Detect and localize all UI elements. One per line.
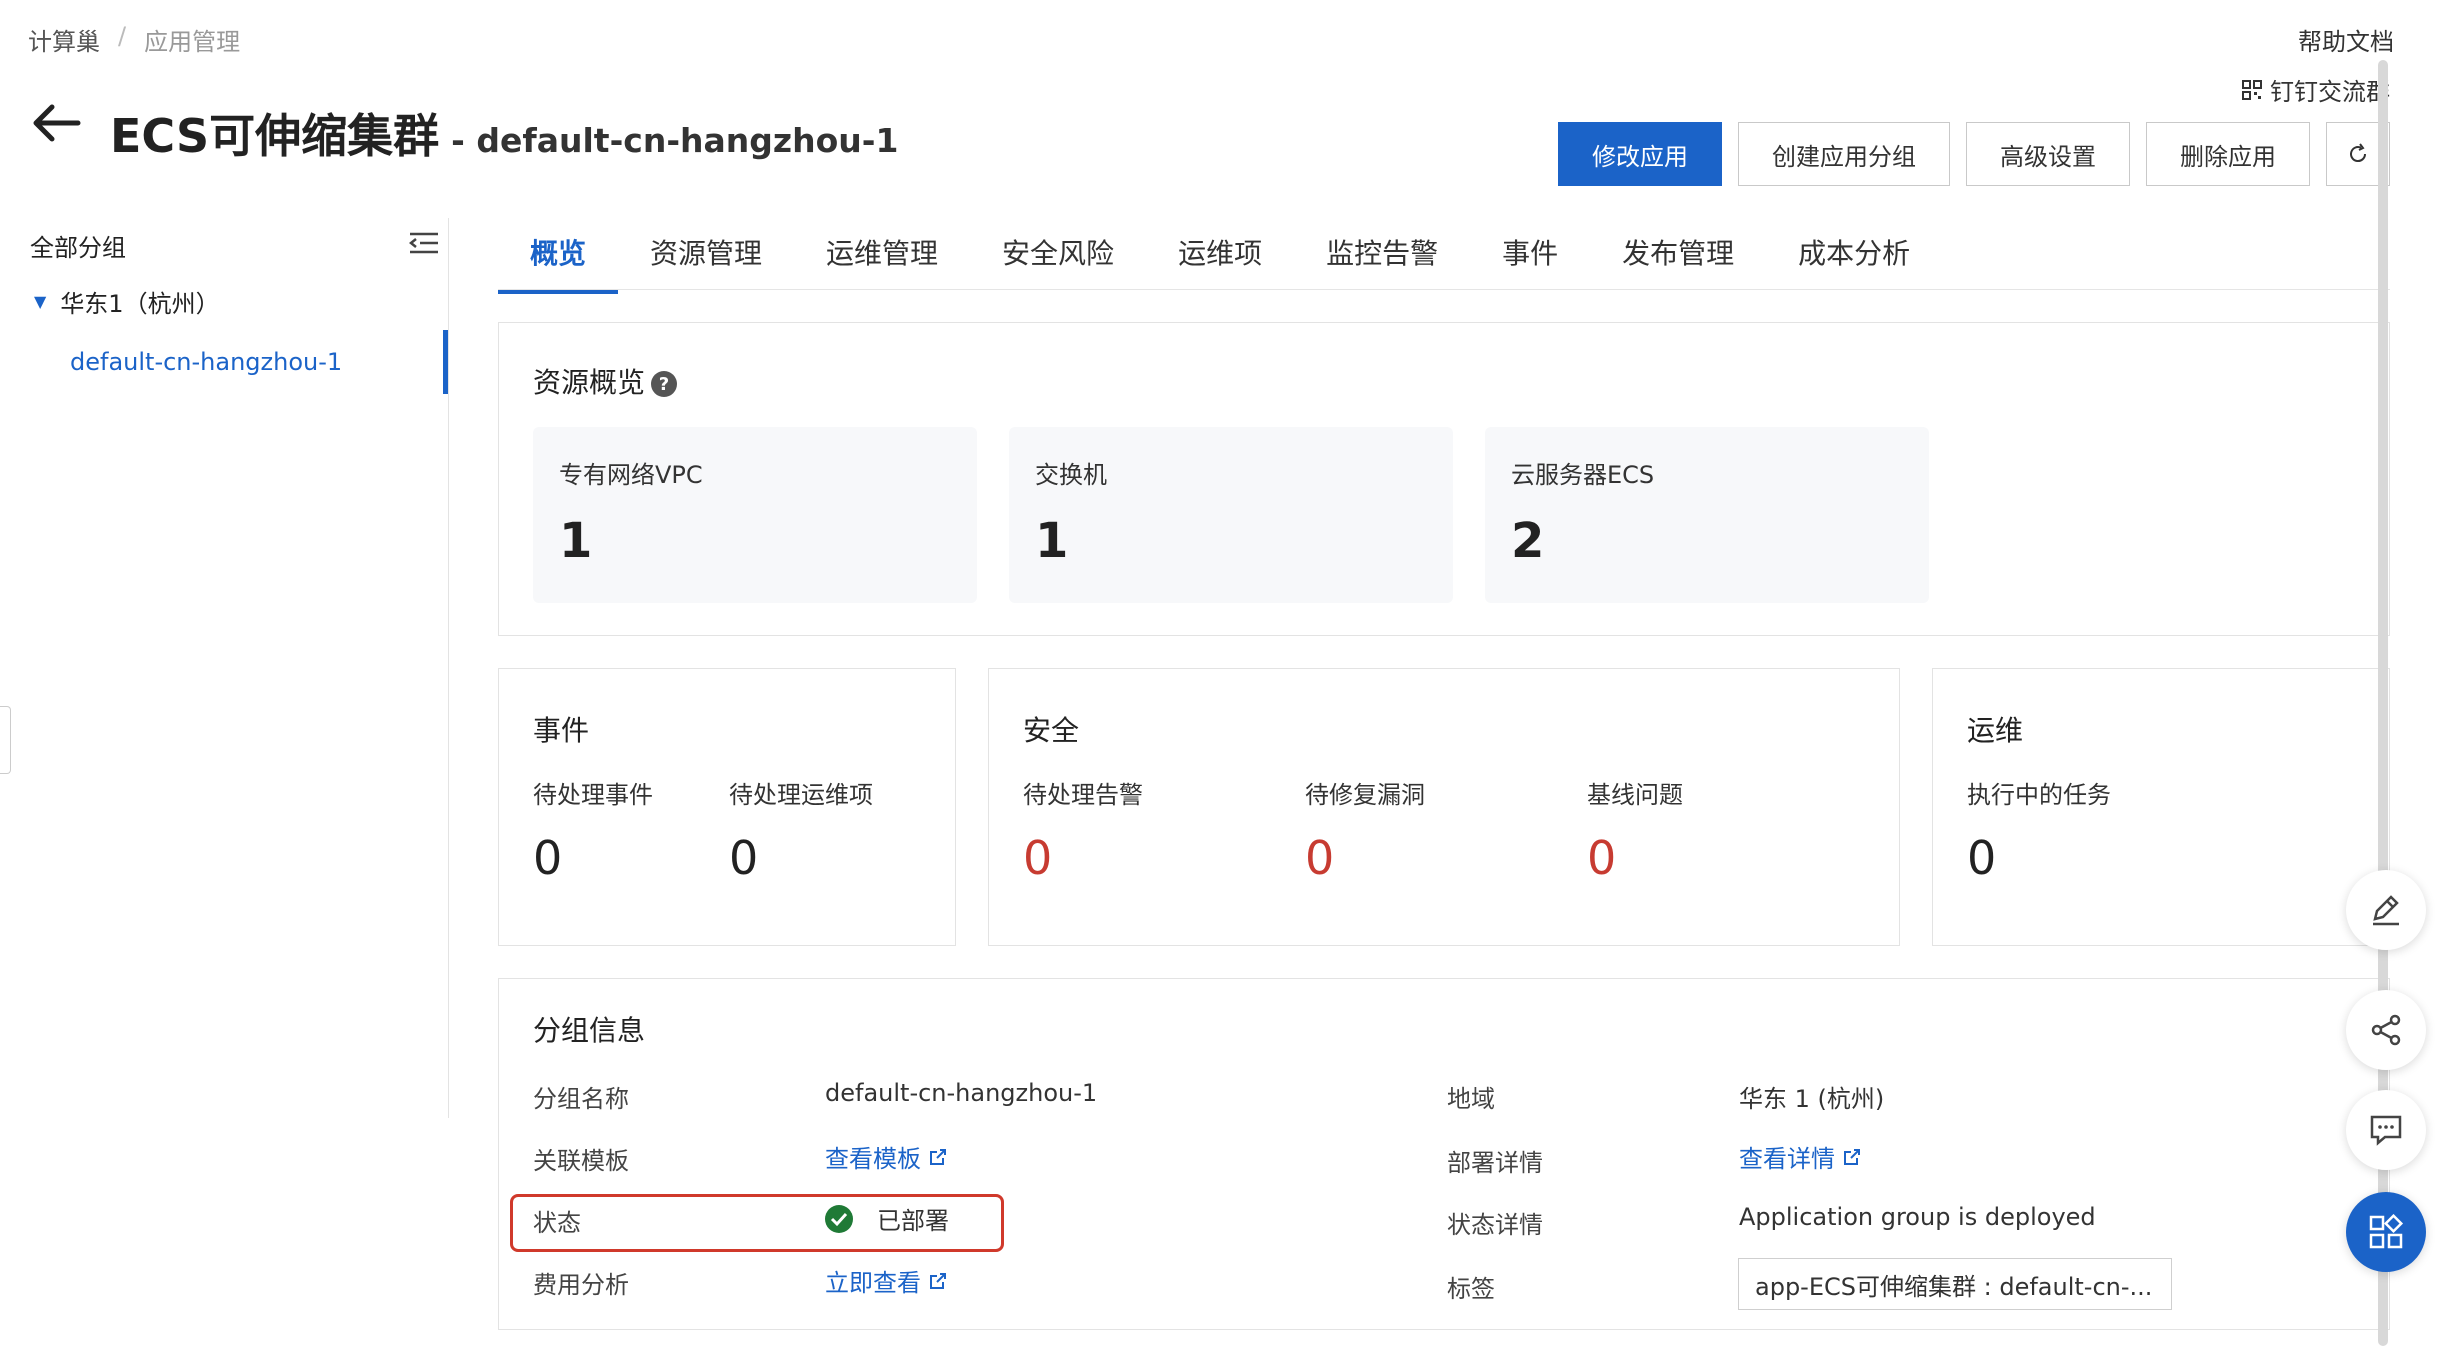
stat-label: 专有网络VPC (559, 461, 703, 489)
ops-card: 运维 执行中的任务 0 (1932, 668, 2390, 946)
status-highlight-box (510, 1194, 1004, 1252)
tag-label: 标签 (1447, 1275, 1495, 1303)
stat-value: 2 (1511, 513, 1545, 569)
cost-label: 费用分析 (533, 1271, 629, 1299)
metric-label: 待修复漏洞 (1305, 781, 1425, 809)
breadcrumb-current[interactable]: 应用管理 (144, 22, 240, 57)
events-card-title: 事件 (533, 714, 590, 747)
tab-cost[interactable]: 成本分析 (1766, 232, 1942, 294)
breadcrumb-separator: / (118, 22, 127, 50)
ops-card-title: 运维 (1967, 714, 2024, 747)
resource-overview-title: 资源概览? (533, 361, 678, 401)
security-card: 安全 待处理告警 0 待修复漏洞 0 基线问题 0 (988, 668, 1900, 946)
stat-label: 交换机 (1035, 461, 1107, 489)
back-arrow-icon[interactable] (30, 100, 82, 152)
create-app-group-button[interactable]: 创建应用分组 (1738, 122, 1950, 186)
refresh-icon (2350, 143, 2367, 163)
metric-label: 待处理告警 (1023, 781, 1143, 809)
app-name: ECS可伸缩集群 (110, 109, 440, 163)
stat-vswitch[interactable]: 交换机 1 (1009, 427, 1453, 603)
stat-value: 1 (559, 513, 593, 569)
tab-overview[interactable]: 概览 (498, 232, 619, 294)
apps-fab[interactable] (2346, 1192, 2426, 1272)
external-link-icon (1844, 1148, 1860, 1165)
stat-vpc[interactable]: 专有网络VPC 1 (533, 427, 977, 603)
left-drawer-handle[interactable] (0, 706, 11, 774)
external-link-icon (930, 1148, 946, 1165)
collapse-sidebar-icon[interactable] (408, 228, 440, 263)
view-template-link[interactable]: 查看模板 (825, 1139, 947, 1174)
tab-events[interactable]: 事件 (1470, 232, 1590, 294)
view-cost-text: 立即查看 (825, 1269, 921, 1297)
chat-icon (2370, 1115, 2402, 1146)
share-fab[interactable] (2346, 990, 2426, 1070)
tab-divider (498, 289, 2390, 290)
events-card: 事件 待处理事件 0 待处理运维项 0 (498, 668, 956, 946)
breadcrumb: 计算巢 / 应用管理 (28, 22, 240, 57)
sidebar-item-group[interactable]: default-cn-hangzhou-1 (70, 348, 342, 376)
feedback-fab[interactable] (2346, 1090, 2426, 1170)
resource-overview-title-text: 资源概览 (533, 366, 646, 399)
metric-value[interactable]: 0 (1587, 831, 1616, 885)
resource-overview-card: 资源概览? 专有网络VPC 1 交换机 1 云服务器ECS 2 (498, 322, 2390, 636)
template-label: 关联模板 (533, 1147, 629, 1175)
advanced-settings-button[interactable]: 高级设置 (1966, 122, 2130, 186)
view-deploy-details-text: 查看详情 (1739, 1145, 1835, 1173)
tab-ops-management[interactable]: 运维管理 (794, 232, 970, 294)
tag-value-box[interactable]: app-ECS可伸缩集群 : default-cn-... (1738, 1258, 2172, 1310)
view-template-text: 查看模板 (825, 1145, 921, 1173)
grid-icon (2369, 1214, 2404, 1249)
qrcode-icon (2242, 79, 2262, 100)
external-link-icon (930, 1272, 946, 1289)
metric-value[interactable]: 0 (1023, 831, 1052, 885)
view-deploy-details-link[interactable]: 查看详情 (1739, 1139, 1861, 1174)
page-title: ECS可伸缩集群 - default-cn-hangzhou-1 (110, 100, 898, 166)
caret-down-icon: ▼ (34, 292, 47, 311)
modify-app-button[interactable]: 修改应用 (1558, 122, 1722, 186)
group-name-label: 分组名称 (533, 1085, 629, 1113)
group-info-title: 分组信息 (533, 1014, 646, 1047)
security-card-title: 安全 (1023, 714, 1080, 747)
status-detail-value: Application group is deployed (1739, 1203, 2096, 1231)
metric-value[interactable]: 0 (1967, 831, 1996, 885)
status-detail-label: 状态详情 (1447, 1211, 1543, 1239)
tab-ops-items[interactable]: 运维项 (1146, 232, 1294, 294)
sidebar-title: 全部分组 (30, 234, 126, 262)
region-value: 华东 1 (杭州) (1739, 1085, 1885, 1113)
region-label: 地域 (1447, 1085, 1495, 1113)
view-cost-link[interactable]: 立即查看 (825, 1263, 947, 1298)
tab-resources[interactable]: 资源管理 (618, 232, 794, 294)
metric-label: 待处理运维项 (729, 781, 873, 809)
sidebar-region-node[interactable]: ▼ 华东1（杭州） (34, 284, 220, 319)
group-subtitle: - default-cn-hangzhou-1 (451, 121, 899, 160)
sidebar-divider (448, 218, 449, 1118)
deploy-details-label: 部署详情 (1447, 1149, 1543, 1177)
metric-value[interactable]: 0 (1305, 831, 1334, 885)
stat-ecs[interactable]: 云服务器ECS 2 (1485, 427, 1929, 603)
metric-label: 执行中的任务 (1967, 781, 2111, 809)
tab-release[interactable]: 发布管理 (1590, 232, 1766, 294)
dingtalk-group-link[interactable]: 钉钉交流群 (2242, 72, 2390, 107)
pencil-icon (2373, 895, 2399, 926)
metric-value[interactable]: 0 (729, 831, 758, 885)
help-docs-link[interactable]: 帮助文档 (2298, 22, 2394, 57)
stat-value: 1 (1035, 513, 1069, 569)
tab-security-risk[interactable]: 安全风险 (970, 232, 1146, 294)
help-icon[interactable]: ? (651, 371, 678, 397)
delete-app-button[interactable]: 删除应用 (2146, 122, 2310, 186)
share-icon (2371, 1014, 2401, 1046)
breadcrumb-root[interactable]: 计算巢 (28, 22, 100, 57)
tab-bar: 概览 资源管理 运维管理 安全风险 运维项 监控告警 事件 发布管理 成本分析 (498, 232, 1942, 294)
metric-value[interactable]: 0 (533, 831, 562, 885)
edit-fab[interactable] (2346, 870, 2426, 950)
tab-monitoring[interactable]: 监控告警 (1294, 232, 1470, 294)
dingtalk-label: 钉钉交流群 (2270, 78, 2390, 106)
stat-label: 云服务器ECS (1511, 461, 1655, 489)
region-label: 华东1（杭州） (60, 290, 220, 318)
metric-label: 待处理事件 (533, 781, 653, 809)
metric-label: 基线问题 (1587, 781, 1683, 809)
group-name-value: default-cn-hangzhou-1 (825, 1079, 1098, 1107)
